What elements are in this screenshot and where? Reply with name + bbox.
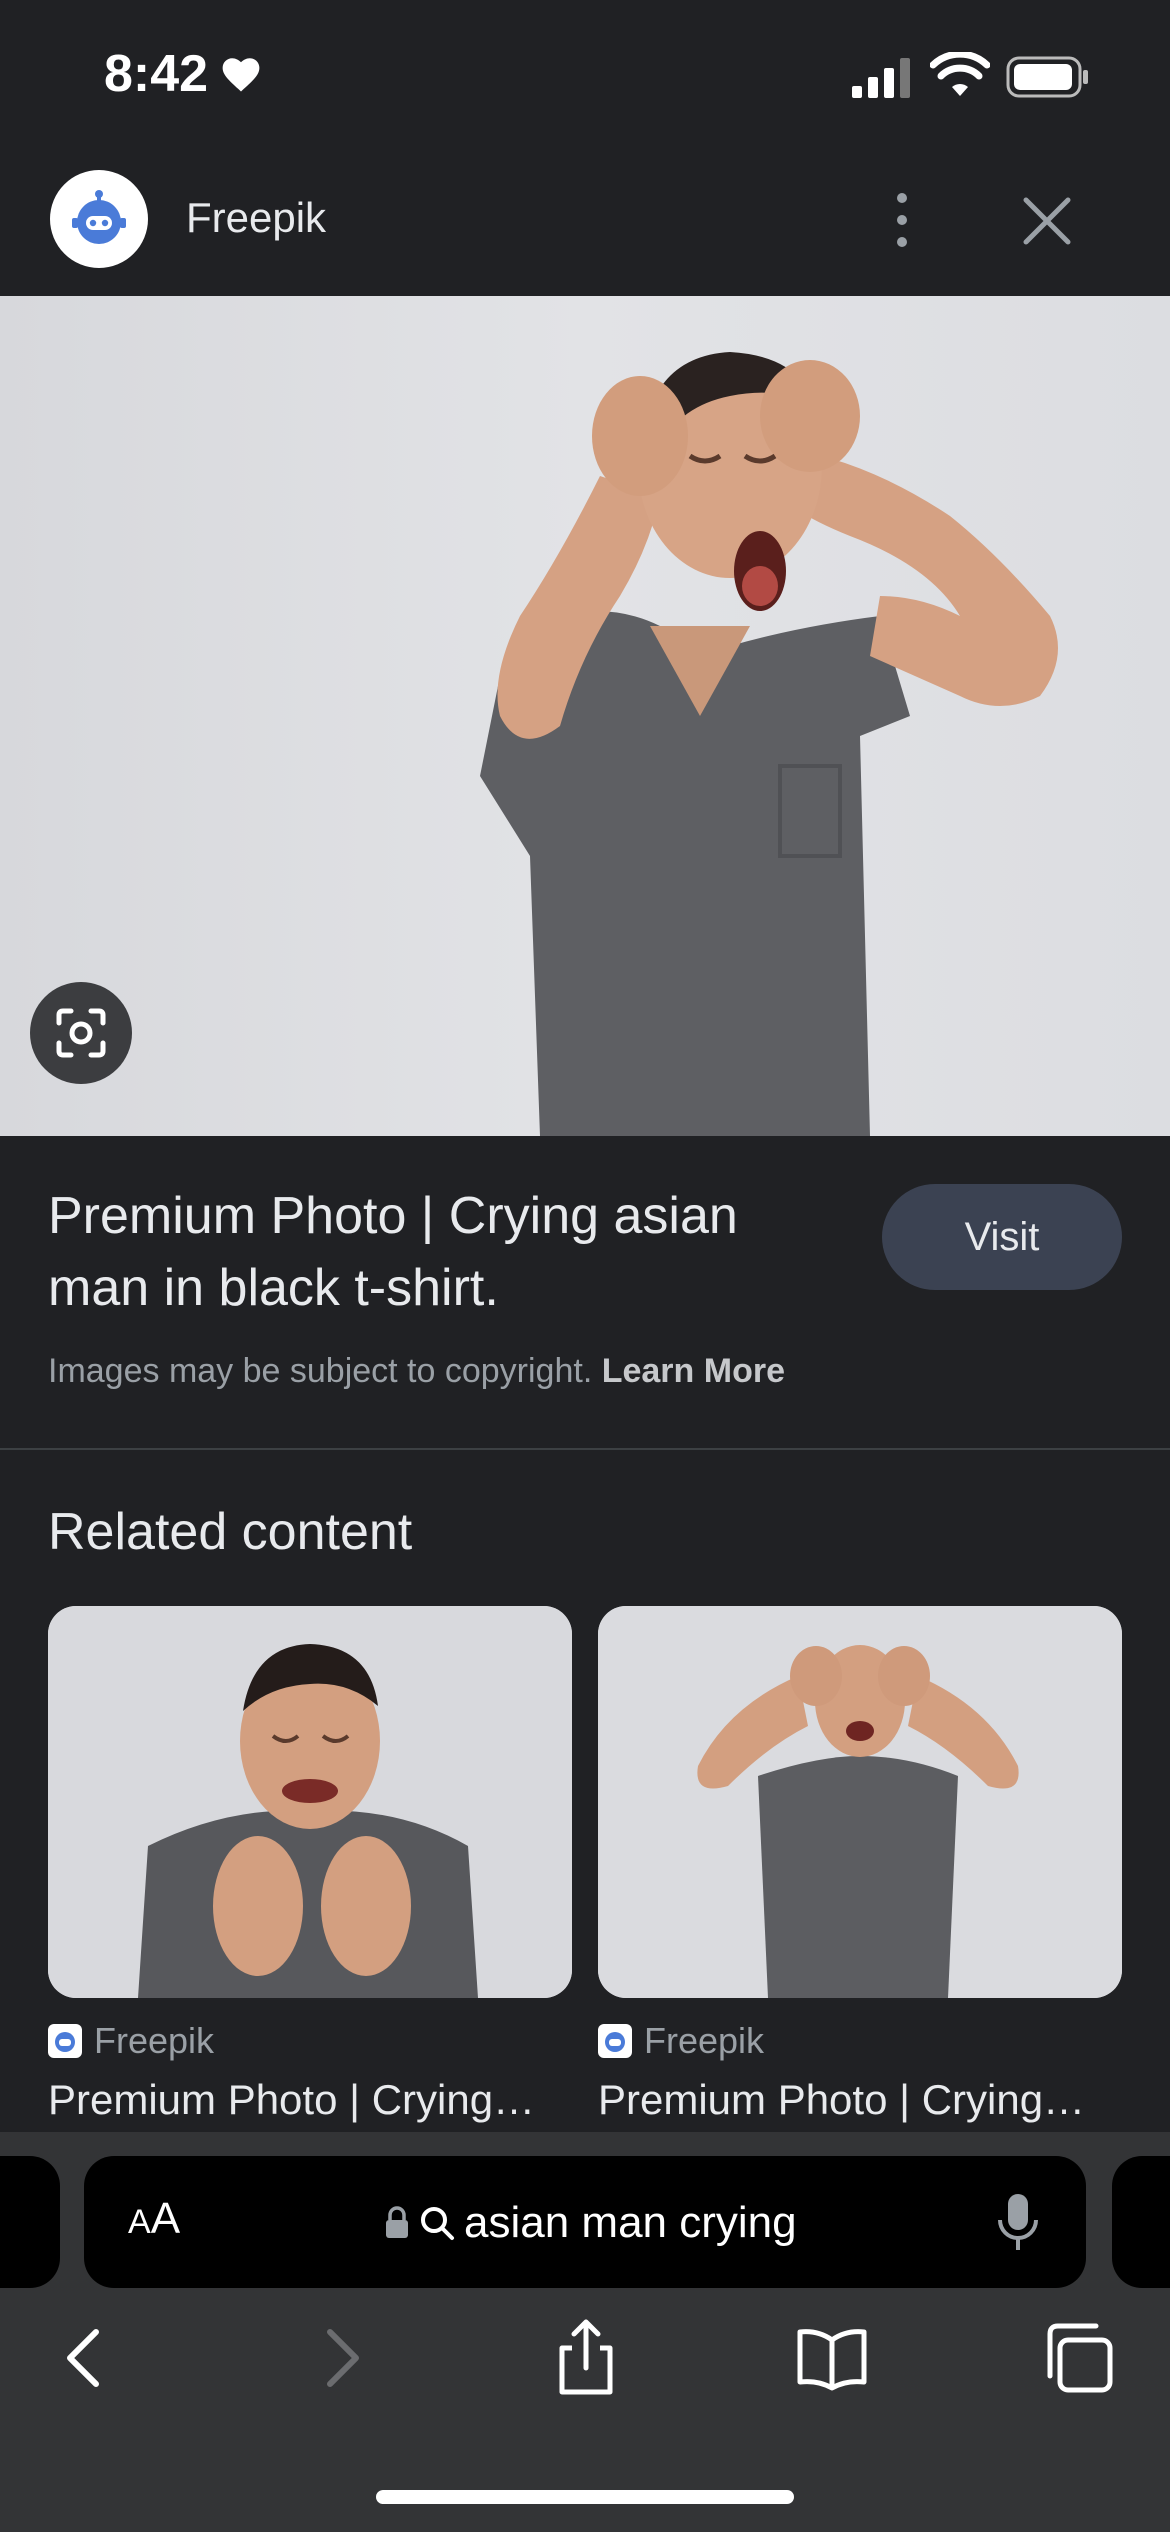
related-image-1[interactable] [48, 1606, 572, 1998]
related-source-1[interactable]: Freepik [48, 2020, 214, 2062]
divider [0, 1448, 1170, 1450]
google-lens-button[interactable] [30, 982, 132, 1084]
share-icon[interactable] [546, 2318, 626, 2398]
lens-icon [56, 1008, 106, 1058]
search-icon [421, 2207, 454, 2240]
bookmarks-icon[interactable] [792, 2318, 872, 2398]
related-image-2[interactable] [598, 1606, 1122, 1998]
copyright-text: Images may be subject to copyright. [48, 1352, 593, 1390]
robot-icon [72, 190, 126, 244]
more-options-icon[interactable] [880, 188, 924, 252]
close-icon[interactable] [1018, 192, 1076, 250]
tabs-icon[interactable] [1038, 2318, 1118, 2398]
image-title[interactable]: Premium Photo | Crying asian man in blac… [48, 1180, 848, 1324]
main-photo[interactable] [0, 296, 1170, 1136]
previous-tab-peek[interactable] [0, 2156, 60, 2288]
back-icon[interactable] [46, 2318, 126, 2398]
forward-icon[interactable] [300, 2318, 380, 2398]
time-text: 8:42 [104, 45, 209, 103]
address-query: asian man crying [464, 2198, 797, 2247]
visit-button[interactable]: Visit [882, 1184, 1122, 1290]
address-field[interactable]: asian man crying [384, 2198, 797, 2248]
freepik-mini-icon [48, 2024, 82, 2058]
wifi-icon [930, 52, 990, 96]
related-source-name: Freepik [94, 2020, 215, 2061]
related-source-name: Freepik [644, 2020, 765, 2061]
freepik-mini-icon [598, 2024, 632, 2058]
site-name[interactable]: Freepik [186, 194, 326, 242]
next-tab-peek[interactable] [1112, 2156, 1170, 2288]
crying-man-photo [480, 352, 1058, 1136]
lock-icon [386, 2206, 408, 2238]
signal-icon [852, 58, 910, 98]
related-content-heading: Related content [48, 1503, 413, 1561]
microphone-icon[interactable] [996, 2190, 1040, 2254]
related-photo-1 [48, 1606, 572, 1998]
battery-icon [1006, 56, 1088, 98]
image-viewer-header [0, 160, 1170, 296]
related-title-2[interactable]: Premium Photo | Crying… [598, 2076, 1122, 2124]
page-settings-button[interactable]: AA [128, 2194, 180, 2244]
home-indicator[interactable] [376, 2490, 794, 2504]
status-time: 8:42 [104, 44, 262, 104]
copyright-notice: Images may be subject to copyright. Lear… [48, 1352, 785, 1391]
related-source-2[interactable]: Freepik [598, 2020, 764, 2062]
freepik-logo-icon[interactable] [50, 170, 148, 268]
learn-more-link[interactable]: Learn More [602, 1352, 785, 1390]
heart-icon [222, 58, 260, 92]
related-photo-2 [598, 1606, 1122, 1998]
related-title-1[interactable]: Premium Photo | Crying… [48, 2076, 572, 2124]
